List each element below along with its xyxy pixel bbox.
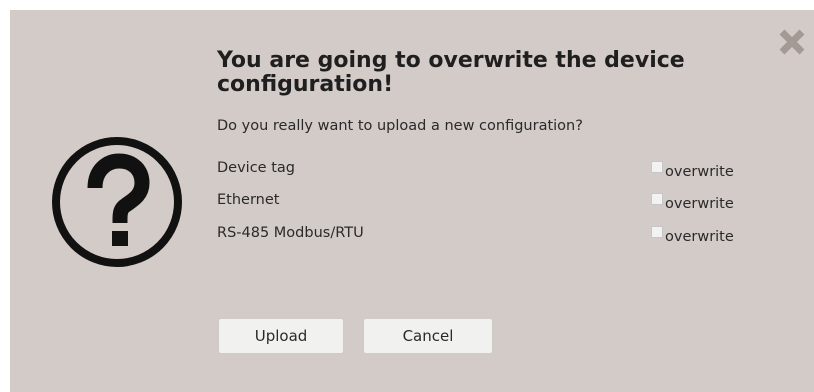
dialog-title: You are going to overwrite the device co… <box>217 48 685 97</box>
question-icon <box>48 133 186 271</box>
overwrite-checkbox[interactable] <box>651 226 663 238</box>
option-label: Ethernet <box>217 192 280 208</box>
close-icon <box>779 29 805 55</box>
overwrite-label: overwrite <box>665 164 734 180</box>
option-label: RS-485 Modbus/RTU <box>217 225 364 241</box>
overwrite-checkbox[interactable] <box>651 161 663 173</box>
confirm-overwrite-dialog: You are going to overwrite the device co… <box>10 10 814 392</box>
overwrite-checkbox[interactable] <box>651 193 663 205</box>
overwrite-label: overwrite <box>665 196 734 212</box>
option-label: Device tag <box>217 160 295 176</box>
upload-button[interactable]: Upload <box>218 318 344 354</box>
dialog-subtitle: Do you really want to upload a new confi… <box>217 118 583 134</box>
option-row-ethernet: Ethernet overwrite <box>217 190 757 214</box>
overwrite-label: overwrite <box>665 229 734 245</box>
option-row-rs485: RS-485 Modbus/RTU overwrite <box>217 223 757 247</box>
option-row-device-tag: Device tag overwrite <box>217 158 757 182</box>
close-button[interactable] <box>776 26 808 58</box>
cancel-button[interactable]: Cancel <box>363 318 493 354</box>
